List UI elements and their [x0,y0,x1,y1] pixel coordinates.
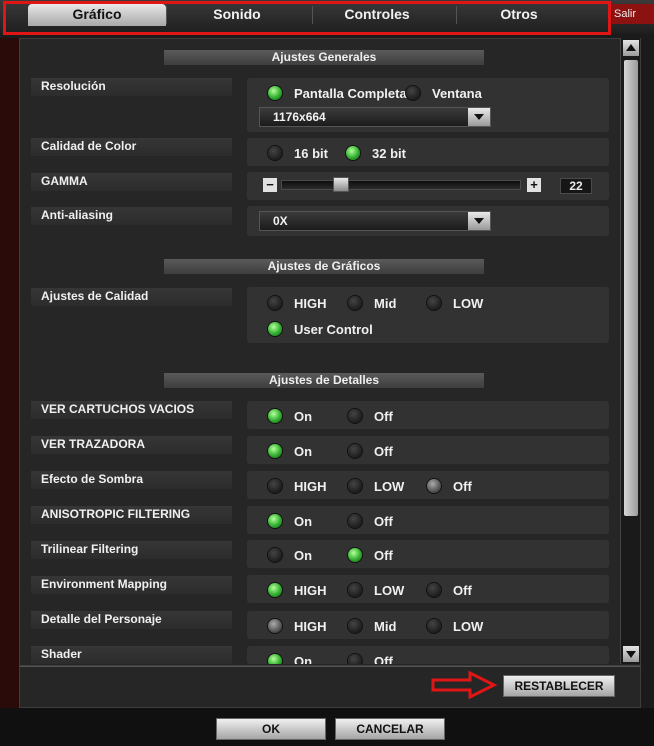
character-detail-label: Detalle del Personaje [31,611,232,629]
anti-aliasing-dropdown[interactable]: 0X [259,211,491,231]
option-quality-low: LOW [453,296,484,311]
option-character-low: LOW [453,619,484,634]
trilinear-label: Trilinear Filtering [31,541,232,559]
color-quality-label: Calidad de Color [31,138,232,156]
option-trilinear-off: Off [374,548,393,563]
resolution-label: Resolución [31,78,232,96]
option-window: Ventana [432,86,482,101]
radio-empty-shells-on[interactable] [268,409,282,423]
radio-fullscreen[interactable] [268,86,282,100]
radio-window[interactable] [406,86,420,100]
radio-aniso-on[interactable] [268,514,282,528]
left-edge [0,38,19,708]
radio-quality-mid[interactable] [348,296,362,310]
option-shader-on: On [294,654,313,665]
option-quality-mid: Mid [374,296,397,311]
section-graphics: Ajustes de Gráficos [164,259,484,274]
option-empty-shells-off: Off [374,409,393,424]
radio-empty-shells-off[interactable] [348,409,362,423]
option-shader-off: Off [374,654,393,665]
option-quality-high: HIGH [294,296,327,311]
radio-character-high[interactable] [268,619,282,633]
radio-envmap-off[interactable] [427,583,441,597]
scroll-down-arrow-icon[interactable] [623,646,639,662]
option-fullscreen: Pantalla Completa [294,86,407,101]
shader-label: Shader [31,646,232,664]
scrollbar-thumb[interactable] [624,60,638,516]
envmap-label: Environment Mapping [31,576,232,594]
radio-character-mid[interactable] [348,619,362,633]
option-aniso-on: On [294,514,313,529]
gamma-value: 22 [560,178,592,194]
option-32bit: 32 bit [372,146,406,161]
empty-shells-label: VER CARTUCHOS VACIOS [31,401,232,419]
annotation-arrow-icon [431,671,498,699]
gamma-label: GAMMA [31,173,232,191]
option-envmap-high: HIGH [294,583,327,598]
radio-user-control[interactable] [268,322,282,336]
option-user-control: User Control [294,322,373,337]
chevron-down-icon[interactable] [468,212,490,230]
radio-shader-off[interactable] [348,654,362,664]
tab-bar: Gráfico Sonido Controles Otros Salir [0,0,654,35]
radio-shadow-low[interactable] [348,479,362,493]
radio-trilinear-on[interactable] [268,548,282,562]
anisotropic-label: ANISOTROPIC FILTERING [31,506,232,524]
vertical-scrollbar[interactable] [620,38,640,664]
option-16bit: 16 bit [294,146,328,161]
gamma-decrease-button[interactable]: − [263,178,277,192]
reset-button[interactable]: RESTABLECER [503,675,615,697]
radio-quality-high[interactable] [268,296,282,310]
radio-trilinear-off[interactable] [348,548,362,562]
exit-button[interactable]: Salir [612,4,654,24]
radio-aniso-off[interactable] [348,514,362,528]
option-trilinear-on: On [294,548,313,563]
resolution-dropdown[interactable]: 1176x664 [259,107,491,127]
option-character-high: HIGH [294,619,327,634]
radio-shader-on[interactable] [268,654,282,664]
option-character-mid: Mid [374,619,397,634]
radio-tracer-off[interactable] [348,444,362,458]
cancel-button[interactable]: CANCELAR [335,718,445,740]
gamma-increase-button[interactable]: + [527,178,541,192]
quality-preset-label: Ajustes de Calidad [31,288,232,306]
option-shadow-high: HIGH [294,479,327,494]
radio-tracer-on[interactable] [268,444,282,458]
resolution-value: 1176x664 [273,110,326,124]
option-shadow-low: LOW [374,479,405,494]
anti-aliasing-label: Anti-aliasing [31,207,232,225]
chevron-down-icon[interactable] [468,108,490,126]
radio-16bit[interactable] [268,146,282,160]
tracer-label: VER TRAZADORA [31,436,232,454]
radio-shadow-high[interactable] [268,479,282,493]
radio-32bit[interactable] [346,146,360,160]
radio-shadow-off[interactable] [427,479,441,493]
option-tracer-off: Off [374,444,393,459]
gamma-slider-handle[interactable] [333,177,349,192]
section-details: Ajustes de Detalles [164,373,484,388]
settings-panel [19,38,641,666]
shadow-label: Efecto de Sombra [31,471,232,489]
radio-envmap-high[interactable] [268,583,282,597]
option-envmap-low: LOW [374,583,405,598]
gamma-slider-track[interactable] [281,180,521,190]
radio-quality-low[interactable] [427,296,441,310]
radio-envmap-low[interactable] [348,583,362,597]
radio-character-low[interactable] [427,619,441,633]
option-empty-shells-on: On [294,409,313,424]
dialog-footer [0,708,654,746]
ok-button[interactable]: OK [216,718,326,740]
option-shadow-off: Off [453,479,472,494]
anti-aliasing-value: 0X [273,214,288,228]
scroll-up-arrow-icon[interactable] [623,40,639,56]
option-aniso-off: Off [374,514,393,529]
annotation-highlight-frame [3,1,611,35]
option-envmap-off: Off [453,583,472,598]
section-general: Ajustes Generales [164,50,484,65]
shader-box: On Off [247,646,609,664]
option-tracer-on: On [294,444,313,459]
